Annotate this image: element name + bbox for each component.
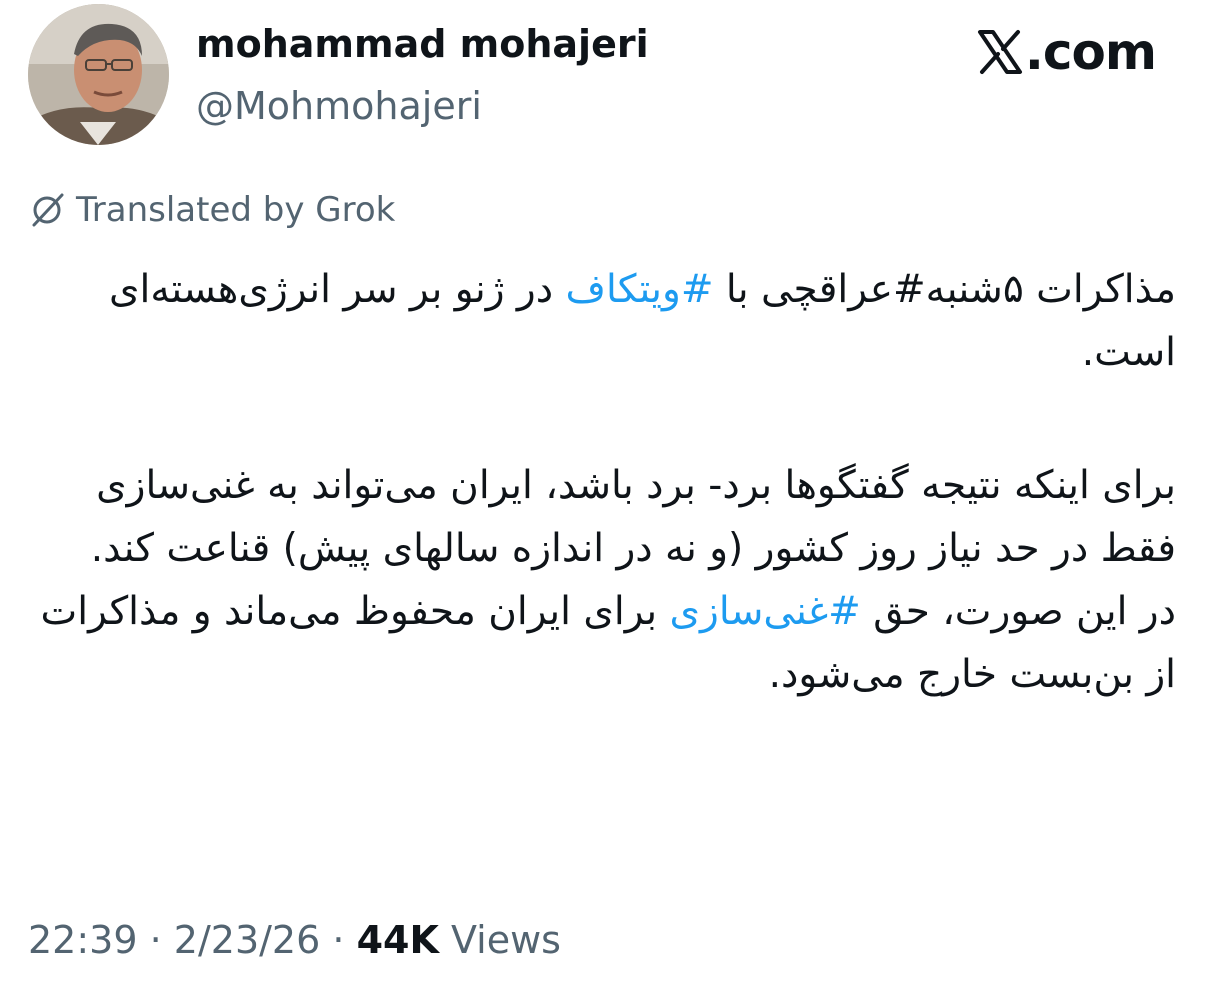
translation-notice[interactable]: Translated by Grok — [28, 188, 395, 232]
views-count: 44K — [356, 918, 439, 962]
text-segment: در این صورت، حق — [860, 589, 1176, 634]
user-handle[interactable]: @Mohmohajeri — [196, 80, 482, 132]
site-label: .com — [1024, 23, 1157, 81]
avatar[interactable] — [28, 4, 169, 145]
tweet-date[interactable]: 2/23/26 — [174, 918, 321, 962]
tweet-meta: 22:39 · 2/23/26 · 44K Views — [28, 913, 561, 967]
meta-separator: · — [149, 918, 162, 962]
hashtag-link[interactable]: #ویتکاف — [566, 267, 714, 312]
views-label: Views — [451, 918, 561, 962]
display-name[interactable]: mohammad mohajeri — [196, 18, 649, 70]
x-logo-icon — [977, 30, 1022, 74]
meta-separator: · — [332, 918, 345, 962]
brand-watermark: .com — [977, 22, 1157, 82]
text-segment: مذاکرات ۵شنبه#عراقچی با — [713, 267, 1176, 312]
tweet-time[interactable]: 22:39 — [28, 918, 138, 962]
tweet-paragraph-3: در این صورت، حق #غنی‌سازی برای ایران محف… — [28, 580, 1176, 706]
tweet-paragraph-2: برای اینکه نتیجه گفتگوها برد- برد باشد، … — [90, 463, 1176, 571]
translate-slash-icon — [32, 193, 64, 227]
translation-label: Translated by Grok — [76, 190, 396, 230]
tweet-text: مذاکرات ۵شنبه#عراقچی با #ویتکاف در ژنو ب… — [28, 258, 1176, 706]
hashtag-link[interactable]: #غنی‌سازی — [670, 589, 861, 634]
tweet-paragraph-1: مذاکرات ۵شنبه#عراقچی با #ویتکاف در ژنو ب… — [28, 258, 1176, 384]
